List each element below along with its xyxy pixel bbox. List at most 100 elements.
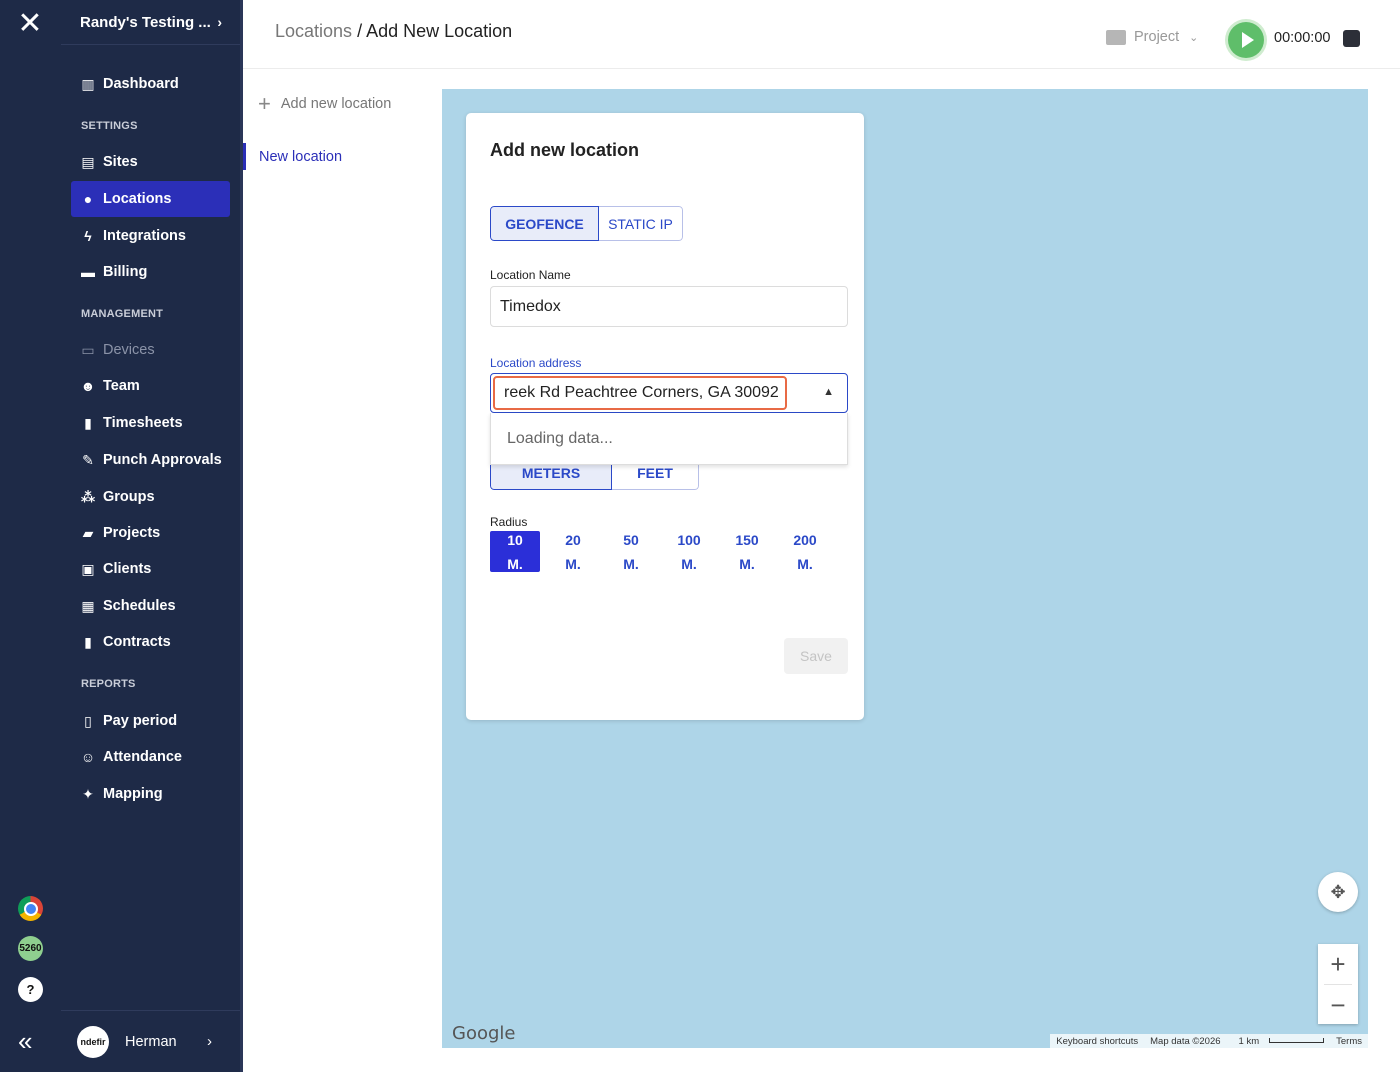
chrome-icon[interactable] [18,896,43,921]
google-logo: Google [452,1023,516,1044]
pushpin-icon: ✦ [82,785,94,802]
radius-unit: M. [739,555,755,572]
radius-value: 20 [565,531,581,548]
radius-option[interactable]: 10 M. [490,531,540,572]
radius-option[interactable]: 100 M. [664,531,714,572]
sidebar-item-label: Punch Approvals [103,452,222,468]
chevron-right-icon: › [207,1033,212,1050]
sidebar-item-groups[interactable]: ⁂ Groups [71,479,230,515]
sidebar-item-dashboard[interactable]: ▥ Dashboard [71,66,230,102]
card-title: Add new location [490,140,640,160]
section-management: MANAGEMENT [81,308,164,320]
add-new-location-link[interactable]: + Add new location [258,93,392,115]
radius-unit: M. [797,555,813,572]
clipboard-icon: ▯ [84,712,92,729]
map-scale: 1 km [1227,1036,1331,1047]
play-timer-button[interactable] [1228,22,1264,58]
map-data-text: Map data ©2026 [1150,1035,1221,1047]
add-new-location-label: Add new location [280,96,392,112]
user-menu[interactable]: ndefir Herman › [61,1010,240,1072]
project-selector[interactable]: Project ⌄ [1106,29,1198,45]
zoom-in-button[interactable]: + [1318,944,1358,984]
sidebar: Randy's Testing ... › ▥ Dashboard SETTIN… [61,0,240,1072]
notes-icon[interactable] [1343,30,1360,47]
help-icon[interactable]: ? [18,977,43,1002]
sidebar-item-label: Timesheets [103,415,183,431]
sidebar-item-billing[interactable]: ▬ Billing [71,254,230,290]
extension-badge[interactable]: 5260 [18,936,43,961]
org-switcher[interactable]: Randy's Testing ... › [61,0,240,45]
sidebar-item-devices[interactable]: ▭ Devices [71,332,230,368]
subnav-item-label: New location [259,148,343,165]
project-label: Project [1134,29,1180,45]
sidebar-item-schedules[interactable]: ▦ Schedules [71,588,230,624]
save-button[interactable]: Save [784,638,848,674]
sidebar-item-contracts[interactable]: ▮ Contracts [71,624,230,660]
sidebar-item-attendance[interactable]: ☺ Attendance [71,739,230,775]
sidebar-item-clients[interactable]: ▣ Clients [71,551,230,587]
user-icon: ☺ [80,749,96,765]
sidebar-item-punch-approvals[interactable]: ✎ Punch Approvals [71,442,230,478]
sidebar-item-locations[interactable]: ● Locations [71,181,230,217]
breadcrumb: Locations / Add New Location [275,21,512,42]
sidebar-item-label: Dashboard [103,76,179,92]
location-address-input[interactable]: reek Rd Peachtree Corners, GA 30092 [493,376,787,410]
folder-icon: ▰ [82,524,94,541]
terms-link[interactable]: Terms [1330,1036,1368,1047]
sidebar-item-label: Clients [103,561,152,577]
chevron-up-icon[interactable]: ▲ [823,386,834,398]
store-icon: ▤ [81,153,95,170]
sidebar-item-projects[interactable]: ▰ Projects [71,515,230,551]
zoom-controls: + − [1318,944,1358,1024]
location-address-label: Location address [490,356,582,370]
device-icon: ▭ [81,341,95,358]
sidebar-item-mapping[interactable]: ✦ Mapping [71,776,230,812]
location-name-input[interactable]: Timedox [490,286,848,327]
radius-unit: M. [623,555,639,572]
sidebar-item-sites[interactable]: ▤ Sites [71,144,230,180]
collapse-sidebar-icon[interactable]: « [18,1028,32,1054]
radius-value: 200 [793,531,817,548]
book-icon: ▮ [84,633,92,650]
sidebar-item-integrations[interactable]: ϟ Integrations [71,218,230,254]
radius-option[interactable]: 50 M. [606,531,656,572]
app-logo[interactable]: ✕ [14,9,46,39]
team-icon: ☻ [80,378,96,394]
zoom-out-button[interactable]: − [1318,985,1358,1025]
card-icon: ▬ [81,264,95,280]
chart-icon: ▥ [81,75,95,92]
sidebar-item-timesheets[interactable]: ▮ Timesheets [71,405,230,441]
sidebar-item-label: Groups [103,489,155,505]
location-address-combobox[interactable]: reek Rd Peachtree Corners, GA 30092 ▲ [490,373,848,413]
sheet-icon: ▮ [84,414,92,431]
groups-icon: ⁂ [80,488,96,505]
subnav-item-new-location[interactable]: New location [243,143,342,170]
breadcrumb-parent[interactable]: Locations [275,21,352,41]
keyboard-shortcuts-link[interactable]: Keyboard shortcuts [1050,1036,1144,1047]
chevron-down-icon: ⌄ [1189,31,1199,44]
sidebar-item-pay-period[interactable]: ▯ Pay period [71,703,230,739]
radius-option[interactable]: 150 M. [722,531,772,572]
sidebar-item-label: Projects [103,525,161,541]
user-name: Herman [125,1033,177,1050]
scale-bar [1269,1038,1325,1044]
avatar: ndefir [77,1025,109,1058]
section-reports: REPORTS [81,678,136,690]
radius-value: 50 [623,531,639,548]
static-ip-option[interactable]: STATIC IP [599,206,683,241]
pen-icon: ✎ [82,451,94,468]
timer-display: 00:00:00 [1274,30,1331,46]
radius-options: 10 M. 20 M. 50 M. 100 M. 150 M. 200 M. [490,531,838,572]
radius-option[interactable]: 200 M. [780,531,830,572]
radius-option[interactable]: 20 M. [548,531,598,572]
map-attribution: Keyboard shortcuts Map data ©2026 1 km T… [1050,1034,1368,1048]
calendar-icon: ▦ [81,597,95,614]
breadcrumb-current: Add New Location [366,21,513,41]
geofence-option[interactable]: GEOFENCE [490,206,599,241]
radius-unit: M. [507,555,523,572]
add-location-card: Add new location GEOFENCE STATIC IP Loca… [466,113,864,720]
sidebar-item-label: Devices [103,342,155,358]
pin-icon: ● [83,191,93,207]
recenter-icon[interactable]: ✥ [1318,872,1358,912]
sidebar-item-team[interactable]: ☻ Team [71,368,230,404]
